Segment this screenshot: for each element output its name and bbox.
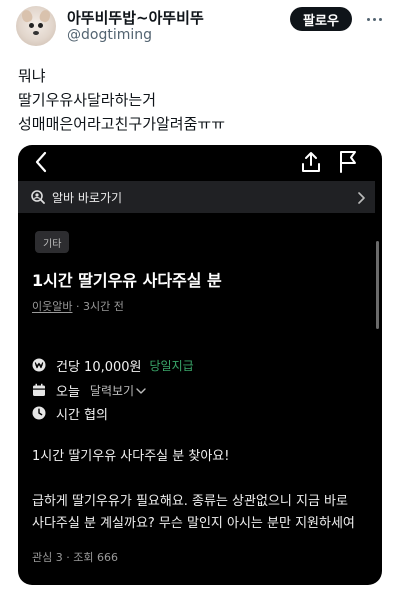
- dot: [372, 17, 376, 21]
- dog-eye-right: [38, 23, 43, 28]
- body-line: 사다주실 분 계실까요? 무슨 말인지 아시는 분만 지원하세여: [32, 516, 355, 531]
- tweet-text: 뭐냐 딸기우유사달라하는거 성매매은어라고친구가알려줌ㅠㅠ: [18, 64, 225, 136]
- date-label: 오늘: [56, 384, 80, 400]
- body-line: 급하게 딸기우유가 필요해요. 종류는 상관없으니 지금 바로: [32, 494, 348, 509]
- dog-eye-left: [29, 23, 34, 28]
- time-ago: · 3시간 전: [75, 300, 124, 313]
- tweet-line: 딸기우유사달라하는거: [18, 91, 157, 109]
- post-stats: 관심 3 · 조회 666: [32, 551, 118, 564]
- pay-note: 당일지급: [149, 358, 194, 373]
- alba-shortcut-bar[interactable]: 알바 바로가기: [18, 181, 375, 213]
- won-coin-icon: [32, 358, 46, 372]
- post-title: 1시간 딸기우유 사다주실 분: [32, 271, 222, 290]
- user-handle[interactable]: @dogtiming: [67, 27, 152, 43]
- dog-ear-left: [20, 8, 34, 24]
- back-chevron-icon[interactable]: [34, 151, 48, 173]
- tweet-line: 뭐냐: [18, 67, 46, 85]
- post-meta: 이웃알바 · 3시간 전: [32, 298, 124, 314]
- dog-ear-right: [38, 8, 52, 24]
- follow-button[interactable]: 팔로우: [290, 7, 352, 31]
- media-screenshot[interactable]: 알바 바로가기 기타 1시간 딸기우유 사다주실 분 이웃알바 · 3시간 전 …: [18, 145, 382, 585]
- pay-row: 건당 10,000원 당일지급: [32, 356, 194, 375]
- shortcut-label: 알바 바로가기: [52, 191, 123, 205]
- tweet-line: 성매매은어라고친구가알려줌ㅠㅠ: [18, 115, 226, 133]
- calendar-icon: [32, 383, 46, 397]
- chevron-right-icon: [358, 192, 365, 204]
- search-person-icon: [31, 190, 45, 204]
- avatar[interactable]: [16, 6, 56, 46]
- clock-icon: [32, 406, 46, 420]
- share-icon[interactable]: [301, 151, 321, 173]
- time-row: 시간 협의: [32, 404, 108, 423]
- calendar-link[interactable]: 달력보기: [90, 382, 146, 399]
- flag-icon[interactable]: [338, 150, 358, 174]
- poster-name[interactable]: 이웃알바: [32, 300, 72, 313]
- dot: [366, 17, 370, 21]
- chevron-down-icon: [136, 387, 146, 394]
- more-dots-icon[interactable]: [362, 8, 386, 30]
- dot: [378, 17, 382, 21]
- dog-nose: [33, 31, 39, 35]
- date-row: 오늘 달력보기: [32, 381, 146, 400]
- category-badge: 기타: [35, 231, 70, 253]
- time-label: 시간 협의: [56, 407, 108, 423]
- display-name[interactable]: 아뚜비뚜밥~아뚜비뚜: [67, 7, 204, 28]
- app-nav-bar: [18, 145, 382, 181]
- scrollbar[interactable]: [376, 241, 379, 329]
- pay-amount: 건당 10,000원: [56, 359, 142, 375]
- body-line: 1시간 딸기우유 사다주실 분 찾아요!: [32, 449, 230, 464]
